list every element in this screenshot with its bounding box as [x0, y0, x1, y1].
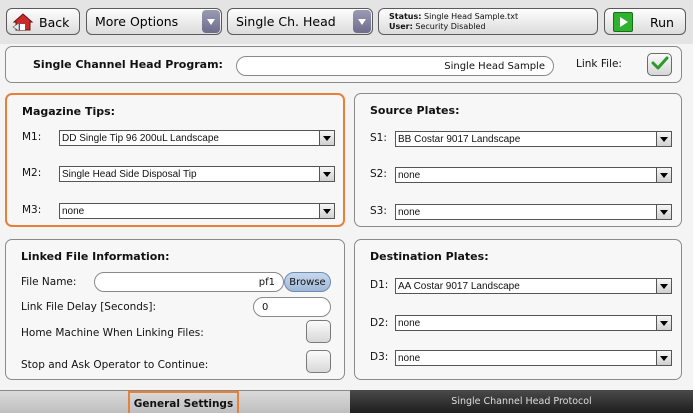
more-options-label: More Options [95, 14, 179, 29]
s3-label: S3: [370, 205, 387, 217]
status-display: Status: Single Head Sample.txt User: Sec… [378, 8, 598, 35]
play-icon [613, 12, 633, 32]
stop-ask-label: Stop and Ask Operator to Continue: [21, 359, 209, 371]
source-plates-title: Source Plates: [370, 104, 460, 117]
chevron-down-icon [656, 279, 671, 293]
browse-button[interactable]: Browse [284, 272, 331, 292]
program-label: Single Channel Head Program: [33, 58, 223, 71]
back-icon [11, 11, 35, 32]
user-label: User: [389, 22, 413, 31]
s1-value: BB Costar 9017 Landscape [398, 133, 521, 145]
m3-label: M3: [22, 204, 42, 216]
browse-label: Browse [289, 276, 326, 288]
run-label: Run [650, 15, 674, 30]
tab-protocol-label: Single Channel Head Protocol [451, 396, 592, 407]
link-file-label: Link File: [576, 58, 622, 70]
magazine-tips-panel: Magazine Tips: M1: DD Single Tip 96 200u… [5, 93, 345, 227]
chevron-down-icon [656, 351, 671, 365]
home-machine-label: Home Machine When Linking Files: [21, 327, 204, 339]
m2-select[interactable]: Single Head Side Disposal Tip [59, 166, 335, 182]
program-name-field[interactable]: Single Head Sample [236, 56, 554, 76]
linked-file-title: Linked File Information: [21, 250, 170, 263]
file-name-field[interactable]: pf1 [94, 272, 284, 292]
destination-plates-title: Destination Plates: [370, 250, 489, 263]
chevron-down-icon [656, 205, 671, 219]
s2-select[interactable]: none [395, 167, 672, 183]
d2-label: D2: [370, 317, 389, 329]
m1-value: DD Single Tip 96 200uL Landscape [62, 132, 219, 144]
link-delay-label: Link File Delay [Seconds]: [21, 301, 157, 313]
status-label: Status: [389, 12, 422, 21]
back-label: Back [39, 15, 70, 30]
head-select-label: Single Ch. Head [236, 14, 336, 29]
chevron-down-icon [202, 10, 220, 33]
linked-file-panel: Linked File Information: File Name: pf1 … [5, 239, 345, 380]
d1-value: AA Costar 9017 Landscape [398, 280, 520, 292]
destination-plates-panel: Destination Plates: D1: AA Costar 9017 L… [354, 239, 682, 380]
d3-select[interactable]: none [395, 350, 672, 366]
run-button[interactable]: Run [604, 8, 686, 35]
s1-select[interactable]: BB Costar 9017 Landscape [395, 131, 672, 147]
d1-label: D1: [370, 279, 389, 291]
tab-bar: General Settings Single Channel Head Pro… [0, 390, 693, 413]
d2-select[interactable]: none [395, 315, 672, 331]
d1-select[interactable]: AA Costar 9017 Landscape [395, 278, 672, 294]
chevron-down-icon [319, 131, 334, 145]
chevron-down-icon [656, 316, 671, 330]
s2-label: S2: [370, 168, 387, 180]
program-name-value: Single Head Sample [444, 60, 545, 72]
toolbar: Back More Options Single Ch. Head Status… [0, 0, 693, 44]
checkmark-icon [651, 55, 669, 74]
d3-label: D3: [370, 351, 389, 363]
status-value: Single Head Sample.txt [424, 12, 519, 21]
link-file-checkbox[interactable] [647, 53, 672, 76]
source-plates-panel: Source Plates: S1: BB Costar 9017 Landsc… [354, 93, 682, 227]
d3-value: none [398, 352, 421, 364]
stop-ask-checkbox[interactable] [306, 350, 331, 373]
m1-label: M1: [22, 131, 42, 143]
back-button[interactable]: Back [6, 8, 80, 35]
tab-general-settings-label: General Settings [128, 391, 239, 413]
home-machine-checkbox[interactable] [306, 320, 331, 343]
m3-value: none [62, 205, 85, 217]
program-panel: Single Channel Head Program: Single Head… [5, 46, 682, 83]
m2-value: Single Head Side Disposal Tip [62, 168, 197, 180]
chevron-down-icon [319, 167, 334, 181]
s3-select[interactable]: none [395, 204, 672, 220]
link-delay-value: 0 [262, 301, 269, 313]
m2-label: M2: [22, 167, 42, 179]
magazine-tips-title: Magazine Tips: [22, 105, 116, 118]
chevron-down-icon [353, 10, 371, 33]
tab-general-settings[interactable]: General Settings [0, 390, 350, 413]
chevron-down-icon [656, 132, 671, 146]
file-name-label: File Name: [21, 276, 77, 288]
user-value: Security Disabled [415, 22, 486, 31]
s1-label: S1: [370, 132, 387, 144]
head-select-dropdown[interactable]: Single Ch. Head [227, 8, 373, 35]
tab-single-channel-head-protocol[interactable]: Single Channel Head Protocol [350, 390, 693, 413]
chevron-down-icon [319, 204, 334, 218]
m1-select[interactable]: DD Single Tip 96 200uL Landscape [59, 130, 335, 146]
file-name-value: pf1 [258, 276, 275, 288]
s3-value: none [398, 206, 421, 218]
chevron-down-icon [656, 168, 671, 182]
link-delay-field[interactable]: 0 [253, 297, 331, 317]
d2-value: none [398, 317, 421, 329]
more-options-dropdown[interactable]: More Options [86, 8, 222, 35]
s2-value: none [398, 169, 421, 181]
m3-select[interactable]: none [59, 203, 335, 219]
